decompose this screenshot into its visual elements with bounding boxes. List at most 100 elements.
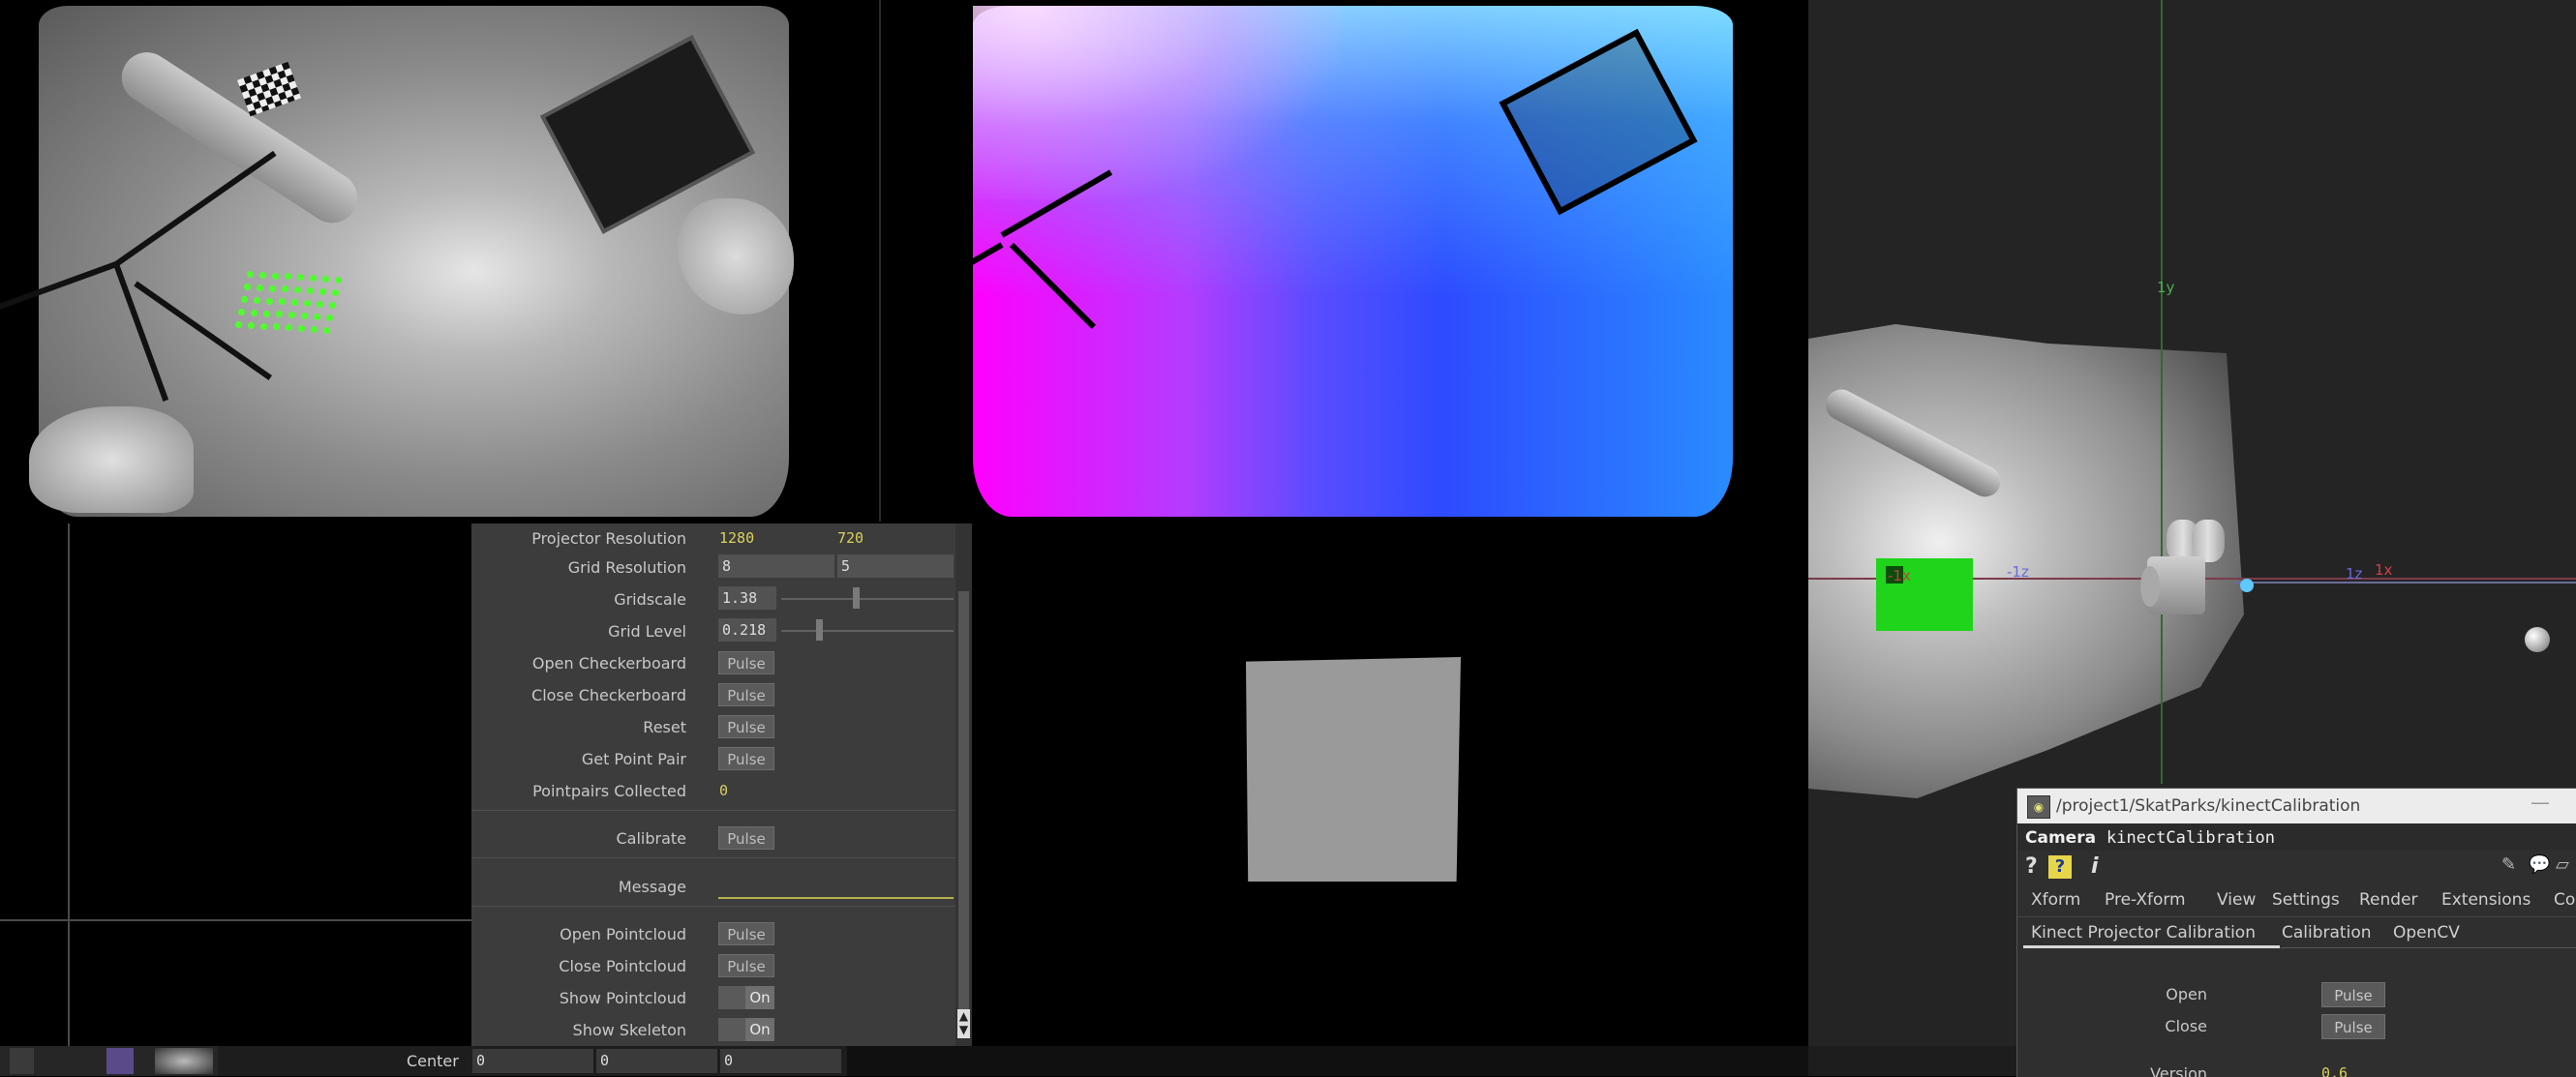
python-help-icon[interactable]: ? (2048, 855, 2072, 879)
param-label: Get Point Pair (581, 750, 686, 768)
reset-pulse-button[interactable]: Pulse (718, 715, 774, 738)
grid-point (298, 325, 305, 332)
camera-parameter-window: ◉ /project1/SkatParks/kinectCalibration … (2016, 788, 2576, 1077)
node-thumbnail[interactable] (155, 1048, 213, 1074)
active-tab-underline (2023, 945, 2280, 948)
tab-render[interactable]: Render (2359, 890, 2418, 910)
operator-type: Camera (2025, 828, 2097, 848)
tab-pre-xform[interactable]: Pre-Xform (2105, 890, 2186, 910)
calibrate-pulse-button[interactable]: Pulse (718, 826, 774, 850)
center-label: Center (407, 1052, 459, 1070)
grid-point (286, 324, 292, 332)
tab-settings[interactable]: Settings (2272, 890, 2340, 910)
scroll-down-arrow-icon[interactable]: ▲ ▼ (957, 1009, 970, 1038)
grid-point (273, 323, 280, 331)
tab-kinect-projector-calibration[interactable]: Kinect Projector Calibration (2031, 923, 2256, 942)
tab-overflow[interactable]: Co (2554, 890, 2575, 910)
grid-level-field[interactable]: 0.218 (718, 618, 776, 642)
projector-height-value[interactable]: 720 (837, 529, 864, 547)
close-pointcloud-pulse-button[interactable]: Pulse (718, 954, 774, 977)
tab-calibration[interactable]: Calibration (2282, 923, 2372, 942)
tab-opencv[interactable]: OpenCV (2393, 923, 2460, 942)
open-pointcloud-pulse-button[interactable]: Pulse (718, 922, 774, 945)
gridscale-field[interactable]: 1.38 (718, 586, 776, 610)
open-checkerboard-pulse-button[interactable]: Pulse (718, 651, 774, 674)
grid-point (248, 321, 255, 329)
get-point-pair-pulse-button[interactable]: Pulse (718, 747, 774, 770)
grid-resolution-y-field[interactable]: 5 (837, 554, 954, 578)
param-gridscale: Gridscale 1.38 (471, 584, 955, 613)
panel-scrollbar[interactable]: ▲ ▼ (955, 524, 972, 1046)
minimize-icon[interactable]: — (2531, 791, 2550, 814)
message-field[interactable] (718, 876, 954, 899)
scrollbar-thumb[interactable] (958, 591, 969, 1017)
operator-header: Camera kinectCalibration (2017, 823, 2576, 851)
y-axis-line (2161, 0, 2163, 784)
edit-pencil-icon[interactable]: ✎ (2501, 854, 2516, 875)
operator-name[interactable]: kinectCalibration (2106, 828, 2275, 848)
param-show-skeleton: Show Skeleton On (471, 1015, 955, 1044)
grid-level-slider-track[interactable] (781, 630, 954, 632)
grid-point (294, 286, 301, 294)
show-pointcloud-toggle[interactable]: On (718, 986, 774, 1009)
camera-pivot-handle[interactable] (2240, 579, 2254, 592)
window-titlebar[interactable]: ◉ /project1/SkatParks/kinectCalibration … (2017, 789, 2576, 823)
comment-icon[interactable]: 💬 (2529, 854, 2550, 875)
tab-xform[interactable]: Xform (2031, 890, 2080, 910)
camera-lens-icon (2140, 566, 2160, 607)
grid-point (285, 273, 291, 281)
close-checkerboard-pulse-button[interactable]: Pulse (718, 683, 774, 706)
node-thumbnails (0, 1046, 218, 1076)
param-label: Show Pointcloud (559, 989, 686, 1007)
section-separator (471, 810, 955, 811)
node-thumbnail[interactable] (10, 1048, 34, 1074)
grid-point (304, 300, 311, 307)
info-icon[interactable]: i (2091, 854, 2099, 879)
grid-resolution-x-field[interactable]: 8 (718, 554, 834, 578)
param-reset: Reset Pulse (471, 712, 955, 741)
tab-view[interactable]: View (2217, 890, 2256, 910)
toggle-state: On (745, 1018, 774, 1041)
center-z-field[interactable]: 0 (720, 1049, 841, 1073)
projector-output-view (972, 524, 1808, 1046)
grid-point (235, 321, 242, 328)
param-grid-resolution: Grid Resolution 8 5 (471, 553, 955, 582)
center-x-field[interactable]: 0 (472, 1049, 593, 1073)
operator-icon-row: ? ? i ✎ 💬 ▱ (2017, 851, 2576, 883)
projector-width-value[interactable]: 1280 (719, 529, 754, 547)
grid-point (314, 313, 320, 320)
gridscale-slider-track[interactable] (781, 598, 954, 600)
param-label: Open (2166, 985, 2207, 1003)
node-thumbnail[interactable] (106, 1048, 134, 1074)
calibration-parameter-panel: Projector Resolution 1280 720 Grid Resol… (471, 524, 972, 1046)
param-label: Gridscale (614, 590, 686, 609)
axis-label-x-neg: -1x (1888, 567, 1911, 584)
show-skeleton-toggle[interactable]: On (718, 1018, 774, 1041)
help-icon[interactable]: ? (2025, 854, 2038, 879)
grid-point (259, 271, 266, 279)
grid-point (310, 275, 317, 282)
gridscale-slider-handle[interactable] (852, 587, 860, 609)
bookmark-icon[interactable]: ▱ (2556, 854, 2569, 875)
grid-point (251, 309, 258, 316)
cam-param-open: Open Pulse (2017, 978, 2576, 1009)
grid-point (323, 326, 330, 334)
grid-point (297, 274, 304, 282)
light-sphere-icon[interactable] (2525, 627, 2550, 652)
open-pulse-button[interactable]: Pulse (2321, 982, 2385, 1007)
grid-level-slider-handle[interactable] (816, 619, 824, 641)
network-editor-strip[interactable] (847, 1046, 1808, 1076)
param-calibrate: Calibrate Pulse (471, 823, 955, 853)
tab-extensions[interactable]: Extensions (2441, 890, 2531, 910)
depth-near-highlight (973, 6, 1341, 199)
center-y-field[interactable]: 0 (596, 1049, 717, 1073)
grid-point (291, 299, 298, 307)
param-label: Pointpairs Collected (532, 782, 686, 800)
param-label: Close Checkerboard (531, 686, 686, 704)
grid-point (238, 309, 245, 315)
grid-point (317, 300, 323, 308)
close-pulse-button[interactable]: Pulse (2321, 1014, 2385, 1039)
grid-point (335, 276, 342, 284)
axis-label-x: 1x (2375, 561, 2393, 579)
cam-param-version: Version 0.6 (2017, 1058, 2576, 1077)
